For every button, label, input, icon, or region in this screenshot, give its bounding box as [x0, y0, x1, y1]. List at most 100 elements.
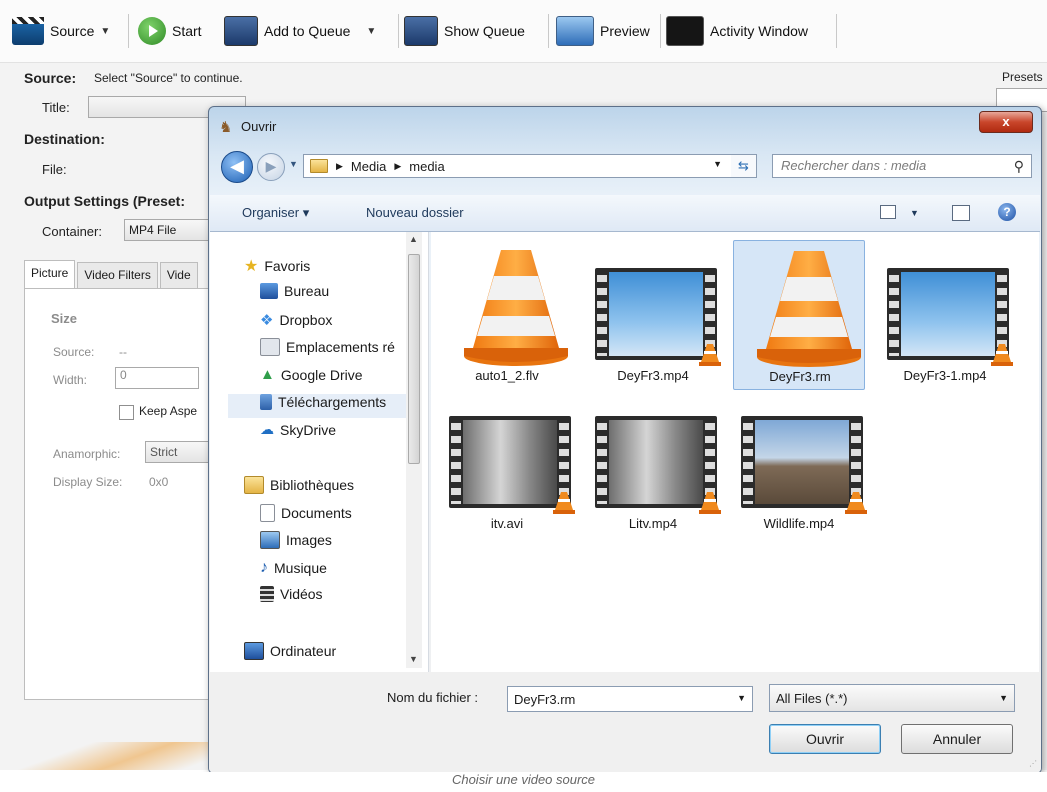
nav-libraries[interactable]: Bibliothèques — [244, 476, 354, 494]
nav-scrollbar[interactable]: ▲ ▼ — [406, 232, 422, 668]
file-name: DeyFr3.rm — [769, 369, 831, 384]
file-name: DeyFr3.mp4 — [617, 368, 689, 383]
nav-item-telechargements[interactable]: Téléchargements — [260, 394, 396, 410]
file-item[interactable]: auto1_2.flv — [441, 240, 573, 390]
nav-item-dropbox[interactable]: ❖ Dropbox — [260, 311, 332, 329]
chevron-down-icon[interactable]: ▼ — [737, 693, 746, 703]
nav-item-skydrive[interactable]: ☁ SkyDrive — [260, 421, 336, 438]
images-icon — [260, 531, 280, 549]
scroll-down-icon[interactable]: ▼ — [409, 654, 418, 664]
refresh-icon[interactable]: ⇆ — [731, 154, 757, 178]
nav-label: Ordinateur — [270, 643, 337, 659]
source-hint: Select "Source" to continue. — [94, 71, 243, 85]
file-list: auto1_2.flv DeyFr3.mp4 DeyFr3.rm DeyFr3-1.m… — [431, 232, 1039, 672]
chevron-down-icon[interactable]: ▼ — [713, 159, 722, 169]
view-options-icon[interactable] — [880, 205, 896, 219]
nav-favorites[interactable]: ★ Favoris — [244, 256, 310, 276]
start-button[interactable]: Start — [138, 14, 202, 48]
activity-window-button[interactable]: Activity Window — [666, 14, 808, 48]
search-icon[interactable]: ⚲ — [1014, 158, 1024, 175]
add-to-queue-button[interactable]: Add to Queue ▼ — [224, 14, 376, 48]
anamorphic-label: Anamorphic: — [53, 447, 121, 461]
toolbar: Source ▼ Start Add to Queue ▼ Show Queue… — [0, 0, 1047, 63]
search-input[interactable]: Rechercher dans : media ⚲ — [772, 154, 1032, 178]
file-item[interactable]: DeyFr3-1.mp4 — [879, 240, 1013, 390]
desktop-icon — [260, 283, 278, 299]
new-folder-button[interactable]: Nouveau dossier — [366, 205, 464, 220]
presets-label: Presets — [1002, 70, 1043, 84]
preview-pane-icon[interactable] — [952, 205, 970, 221]
chevron-right-icon: ▶ — [336, 160, 343, 171]
history-dropdown-icon[interactable]: ▼ — [289, 159, 298, 169]
file-item[interactable]: itv.avi — [441, 388, 575, 538]
chevron-down-icon: ▼ — [100, 25, 111, 37]
vlc-cone-icon — [754, 245, 864, 367]
nav-item-musique[interactable]: ♪ Musique — [260, 559, 327, 577]
dropbox-icon: ❖ — [260, 312, 274, 329]
nav-item-documents[interactable]: Documents — [260, 504, 352, 522]
container-select[interactable]: MP4 File — [124, 219, 214, 241]
back-arrow-icon[interactable]: ◀ — [221, 151, 253, 183]
anamorphic-select[interactable]: Strict — [145, 441, 215, 463]
clapperboard-icon — [12, 17, 44, 45]
file-item[interactable]: DeyFr3.rm — [733, 240, 865, 390]
chevron-down-icon: ▼ — [999, 693, 1008, 703]
filename-input[interactable]: DeyFr3.rm ▼ — [507, 686, 753, 712]
star-icon: ★ — [244, 258, 259, 275]
add-queue-icon — [224, 16, 258, 46]
nav-label: Images — [286, 532, 332, 548]
downloads-icon — [260, 394, 272, 410]
breadcrumb-item[interactable]: Media — [351, 159, 386, 174]
folder-icon — [310, 159, 328, 173]
file-item[interactable]: Litv.mp4 — [587, 388, 721, 538]
nav-computer[interactable]: Ordinateur — [244, 642, 336, 660]
keep-aspect-checkbox[interactable] — [119, 405, 134, 420]
anamorphic-value: Strict — [150, 445, 178, 459]
cancel-button[interactable]: Annuler — [901, 724, 1013, 754]
nav-item-videos[interactable]: Vidéos — [260, 586, 323, 602]
tab-picture[interactable]: Picture — [24, 260, 76, 288]
tab-label: Vide — [166, 268, 191, 282]
tab-video-filters[interactable]: Video Filters — [77, 262, 158, 288]
address-bar[interactable]: ▶ Media ▶ media ▼ — [303, 154, 757, 178]
settings-tabs: Picture Video Filters Vide — [24, 260, 200, 288]
chevron-down-icon[interactable]: ▼ — [910, 208, 919, 218]
container-value: MP4 File — [129, 223, 177, 237]
show-queue-button[interactable]: Show Queue — [404, 14, 525, 48]
nav-label: Favoris — [264, 258, 311, 274]
file-item[interactable]: DeyFr3.mp4 — [587, 240, 721, 390]
file-type-select[interactable]: All Files (*.*) ▼ — [769, 684, 1015, 712]
nav-item-emplacements[interactable]: Emplacements ré — [260, 338, 406, 356]
width-stepper[interactable]: 0 — [115, 367, 199, 389]
caption: Choisir une video source — [0, 772, 1047, 792]
preview-button[interactable]: Preview — [556, 14, 650, 48]
help-icon[interactable]: ? — [998, 203, 1016, 221]
width-label: Width: — [53, 373, 88, 387]
video-thumbnail — [887, 268, 1013, 366]
close-button[interactable]: x — [979, 111, 1033, 133]
decorative-banner — [10, 742, 210, 770]
cloud-icon: ☁ — [260, 421, 274, 437]
resize-grip-icon[interactable]: ⋰ — [1029, 759, 1037, 768]
dialog-title: Ouvrir — [241, 119, 277, 134]
scrollbar-thumb[interactable] — [408, 254, 420, 464]
scroll-up-icon[interactable]: ▲ — [409, 234, 418, 244]
chevron-down-icon[interactable]: ▼ — [366, 26, 376, 37]
file-item[interactable]: Wildlife.mp4 — [733, 388, 867, 538]
chevron-right-icon: ▶ — [394, 160, 402, 171]
nav-item-google-drive[interactable]: ▲ Google Drive — [260, 366, 363, 383]
separator — [548, 14, 549, 48]
organize-menu[interactable]: Organiser ▾ — [242, 205, 309, 221]
filename-label: Nom du fichier : — [387, 690, 479, 705]
video-thumbnail — [595, 416, 721, 514]
source-button[interactable]: Source ▼ — [12, 14, 110, 48]
open-button[interactable]: Ouvrir — [769, 724, 881, 754]
nav-label: Vidéos — [280, 586, 323, 602]
forward-arrow-icon[interactable]: ▶ — [257, 153, 285, 181]
file-name: itv.avi — [490, 516, 524, 531]
tab-video[interactable]: Vide — [159, 262, 198, 288]
nav-item-images[interactable]: Images — [260, 531, 332, 549]
nav-item-bureau[interactable]: Bureau — [260, 283, 329, 299]
activity-window-label: Activity Window — [710, 23, 809, 39]
breadcrumb-item[interactable]: media — [409, 159, 444, 174]
